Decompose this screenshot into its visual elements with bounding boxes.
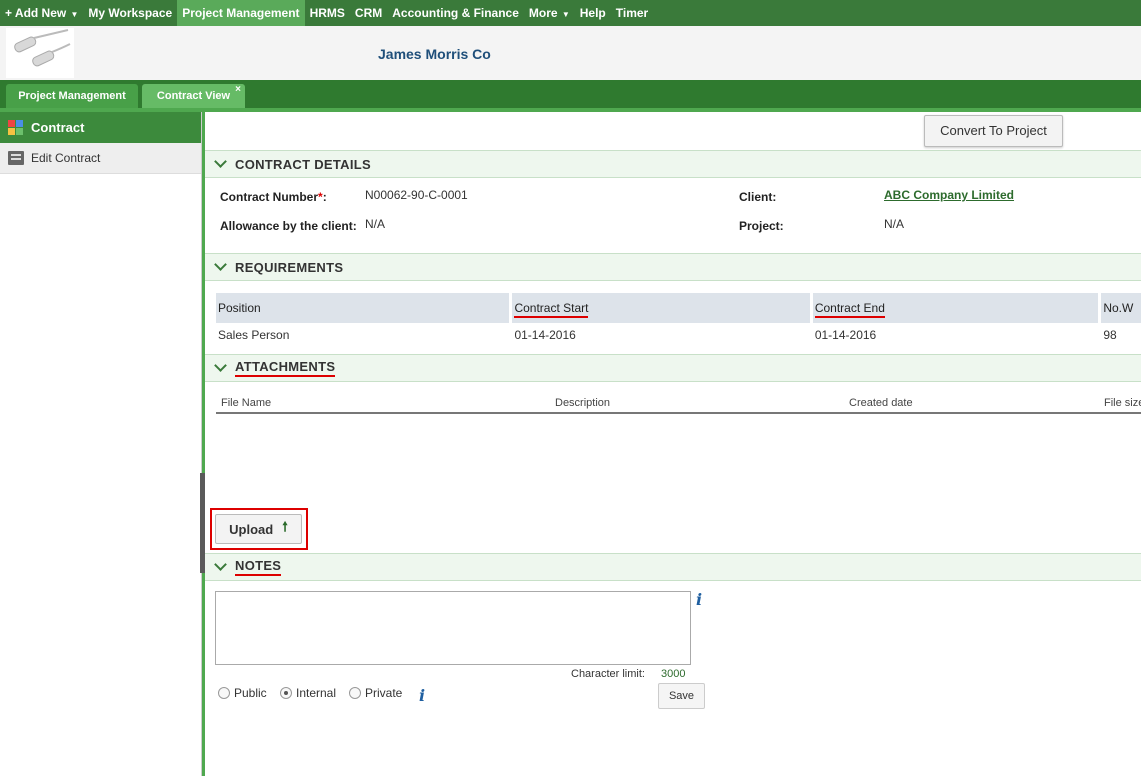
chevron-down-icon[interactable] (214, 155, 227, 168)
table-cell: 98 (1103, 328, 1117, 342)
requirements-table-header: Position Contract Start Contract End No.… (216, 293, 1141, 323)
nav-add-new[interactable]: + Add New ▼ (0, 0, 83, 26)
radio-label: Public (234, 686, 267, 700)
column-header: No.W (1101, 293, 1141, 323)
arrow-up-icon: 🠕 (282, 519, 288, 534)
grid-icon (8, 120, 23, 135)
label-colon: : (322, 190, 327, 204)
character-limit-label: Character limit: (571, 668, 645, 680)
sidebar-item-label: Edit Contract (31, 151, 101, 165)
chevron-down-icon[interactable] (214, 258, 227, 271)
table-cell: 01-14-2016 (514, 328, 576, 342)
nav-timer[interactable]: Timer (611, 0, 653, 26)
radio-button-selected[interactable] (280, 687, 292, 699)
column-header: Description (555, 397, 611, 409)
caret-down-icon: ▼ (68, 10, 79, 19)
main-content: Convert To Project CONTRACT DETAILS Cont… (205, 112, 1141, 776)
sidebar-title: Contract (31, 120, 85, 135)
section-title: CONTRACT DETAILS (235, 156, 371, 172)
column-header: Position (216, 293, 510, 323)
client-label: Client: (739, 190, 777, 204)
nav-add-new-label: + Add New (5, 6, 67, 20)
nav-crm[interactable]: CRM (350, 0, 387, 26)
attachments-header[interactable]: ATTACHMENTS (205, 354, 1141, 382)
contract-details-header[interactable]: CONTRACT DETAILS (205, 150, 1141, 178)
requirements-header[interactable]: REQUIREMENTS (205, 253, 1141, 281)
tab-contract-view-label: Contract View (156, 90, 231, 102)
allowance-label: Allowance by the client: (220, 219, 357, 233)
section-title: REQUIREMENTS (235, 259, 344, 275)
nav-accounting-finance[interactable]: Accounting & Finance (387, 0, 524, 26)
nav-more[interactable]: More ▼ (524, 0, 575, 26)
sidebar-header: Contract (0, 112, 201, 143)
info-icon[interactable]: i (419, 686, 425, 705)
column-header-text: Contract Start (514, 301, 589, 318)
radio-button[interactable] (218, 687, 230, 699)
allowance-value: N/A (365, 217, 386, 231)
top-nav-bar: + Add New ▼ My Workspace Project Managem… (0, 0, 1141, 26)
chevron-down-icon[interactable] (214, 359, 227, 372)
table-cell: 01-14-2016 (814, 328, 877, 342)
convert-to-project-button[interactable]: Convert To Project (924, 115, 1063, 147)
radio-label: Internal (296, 686, 337, 700)
left-sidebar: Contract Edit Contract (0, 112, 202, 776)
radio-button[interactable] (349, 687, 361, 699)
info-icon[interactable]: i (696, 590, 702, 609)
column-header-text: Contract End (814, 301, 885, 318)
upload-label: Upload (229, 521, 274, 537)
label-text: Contract Number (220, 190, 319, 204)
column-header: Contract Start (512, 293, 810, 323)
company-logo (6, 28, 74, 78)
edit-document-icon (8, 151, 24, 165)
column-header: File Name (221, 397, 272, 409)
app-header: James Morris Co (0, 26, 1141, 80)
radio-internal[interactable]: Internal (280, 686, 336, 700)
nav-more-label: More (528, 6, 558, 20)
company-name: James Morris Co (378, 46, 491, 62)
notes-header[interactable]: NOTES (205, 553, 1141, 581)
notes-textarea[interactable] (215, 591, 691, 665)
close-icon[interactable]: × (235, 78, 241, 102)
tab-contract-view[interactable]: Contract View × (142, 84, 245, 108)
save-button[interactable]: Save (658, 683, 705, 709)
radio-public[interactable]: Public (218, 686, 267, 700)
tab-project-management[interactable]: Project Management (6, 84, 138, 108)
table-cell: Sales Person (218, 328, 290, 342)
character-limit-value: 3000 (661, 668, 686, 680)
radio-private[interactable]: Private (349, 686, 402, 700)
radio-label: Private (365, 686, 403, 700)
section-title: ATTACHMENTS (235, 359, 336, 377)
project-label: Project: (739, 219, 784, 233)
table-row: Sales Person 01-14-2016 01-14-2016 98 (216, 324, 1141, 346)
tab-strip: Project Management Contract View × (0, 80, 1141, 108)
upload-button[interactable]: Upload 🠕 (215, 514, 302, 544)
contract-number-label: Contract Number*: (220, 190, 327, 204)
project-value: N/A (884, 217, 905, 231)
client-link[interactable]: ABC Company Limited (884, 188, 1014, 202)
column-header: Contract End (812, 293, 1099, 323)
nav-help[interactable]: Help (575, 0, 611, 26)
caret-down-icon: ▼ (559, 10, 570, 19)
sidebar-item-edit-contract[interactable]: Edit Contract (0, 143, 201, 174)
nav-project-management[interactable]: Project Management (177, 0, 305, 26)
contract-number-value: N00062-90-C-0001 (365, 188, 468, 202)
nav-my-workspace[interactable]: My Workspace (83, 0, 177, 26)
attachments-table-header: File Name Description Created date File … (216, 394, 1141, 414)
section-title: NOTES (235, 558, 282, 576)
nav-hrms[interactable]: HRMS (305, 0, 350, 26)
sensor-logo-icon (14, 29, 71, 67)
chevron-down-icon[interactable] (214, 558, 227, 571)
column-header: File size (1104, 397, 1141, 409)
column-header: Created date (849, 397, 913, 409)
